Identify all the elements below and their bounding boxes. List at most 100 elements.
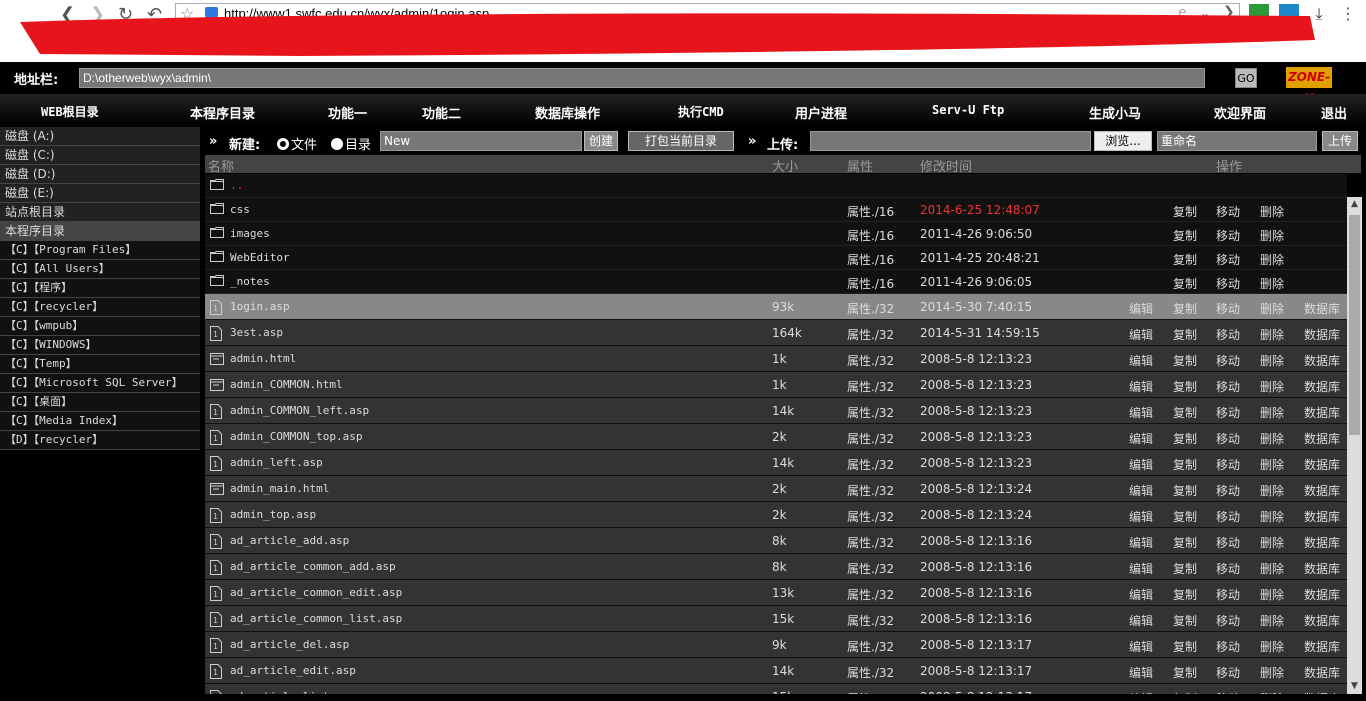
file-row[interactable]: 1 ad_article_common_edit.asp 13k 属性./32 2008… (205, 580, 1347, 606)
delete-link[interactable]: 删除 (1260, 586, 1284, 603)
delete-link[interactable]: 删除 (1260, 482, 1284, 499)
dir-shortcut[interactable]: 【C】【桌面】 (0, 393, 200, 412)
attr-link[interactable]: 属性./32 (847, 690, 894, 694)
scroll-up-icon[interactable]: ▲ (1347, 197, 1362, 212)
move-link[interactable]: 移动 (1216, 482, 1240, 499)
database-link[interactable]: 数据库 (1304, 378, 1340, 395)
scroll-thumb[interactable] (1349, 215, 1360, 435)
file-name[interactable]: admin_COMMON.html (230, 378, 343, 391)
dir-shortcut[interactable]: 【D】【recycler】 (0, 431, 200, 450)
attr-link[interactable]: 属性./32 (847, 456, 894, 473)
delete-link[interactable]: 删除 (1260, 456, 1284, 473)
edit-link[interactable]: 编辑 (1129, 508, 1153, 525)
pack-dir-button[interactable]: 打包当前目录 (628, 131, 734, 151)
dir-shortcut[interactable]: 【C】【recycler】 (0, 298, 200, 317)
dir-shortcut[interactable]: 【C】【Media Index】 (0, 412, 200, 431)
move-link[interactable]: 移动 (1216, 404, 1240, 421)
database-link[interactable]: 数据库 (1304, 612, 1340, 629)
file-name[interactable]: ad_article_common_add.asp (230, 560, 396, 573)
dir-name[interactable]: images (230, 227, 270, 240)
file-radio[interactable]: 文件 (277, 134, 317, 153)
edit-link[interactable]: 编辑 (1129, 300, 1153, 317)
attr-link[interactable]: 属性./32 (847, 482, 894, 499)
menu-icon[interactable]: ⋮ (1338, 4, 1358, 24)
edit-link[interactable]: 编辑 (1129, 638, 1153, 655)
dir-name[interactable]: css (230, 203, 250, 216)
database-link[interactable]: 数据库 (1304, 300, 1340, 317)
database-link[interactable]: 数据库 (1304, 664, 1340, 681)
move-link[interactable]: 移动 (1216, 378, 1240, 395)
delete-link[interactable]: 删除 (1260, 352, 1284, 369)
edit-link[interactable]: 编辑 (1129, 404, 1153, 421)
delete-link[interactable]: 删除 (1260, 203, 1284, 220)
attr-link[interactable]: 属性./32 (847, 534, 894, 551)
radio-icon[interactable] (331, 138, 343, 150)
database-link[interactable]: 数据库 (1304, 430, 1340, 447)
delete-link[interactable]: 删除 (1260, 508, 1284, 525)
delete-link[interactable]: 删除 (1260, 300, 1284, 317)
file-row[interactable]: admin_COMMON.html 1k 属性./32 2008-5-8 12:13:… (205, 372, 1347, 398)
attr-link[interactable]: 属性./32 (847, 508, 894, 525)
copy-link[interactable]: 复制 (1173, 508, 1197, 525)
move-link[interactable]: 移动 (1216, 508, 1240, 525)
file-name[interactable]: ad_article_common_list.asp (230, 612, 402, 625)
dir-shortcut[interactable]: 【C】【Program Files】 (0, 241, 200, 260)
edit-link[interactable]: 编辑 (1129, 352, 1153, 369)
database-link[interactable]: 数据库 (1304, 586, 1340, 603)
drive-link[interactable]: 磁盘 (E:) (0, 184, 200, 203)
file-row[interactable]: 1 ad_article_del.asp 9k 属性./32 2008-5-8 12:1… (205, 632, 1347, 658)
move-link[interactable]: 移动 (1216, 690, 1240, 694)
parent-dir-row[interactable]: .. (205, 174, 1347, 198)
attr-link[interactable]: 属性./32 (847, 430, 894, 447)
move-link[interactable]: 移动 (1216, 534, 1240, 551)
copy-link[interactable]: 复制 (1173, 275, 1197, 292)
go-button[interactable]: GO (1235, 68, 1257, 88)
col-name[interactable]: 名称 (208, 156, 234, 175)
dir-shortcut[interactable]: 【C】【程序】 (0, 279, 200, 298)
move-link[interactable]: 移动 (1216, 638, 1240, 655)
attr-link[interactable]: 属性./16 (847, 227, 894, 244)
copy-link[interactable]: 复制 (1173, 612, 1197, 629)
move-link[interactable]: 移动 (1216, 560, 1240, 577)
copy-link[interactable]: 复制 (1173, 638, 1197, 655)
copy-link[interactable]: 复制 (1173, 300, 1197, 317)
delete-link[interactable]: 删除 (1260, 690, 1284, 694)
menu-item[interactable]: 生成小马 (1089, 103, 1141, 122)
menu-item[interactable]: 功能二 (422, 103, 461, 122)
edit-link[interactable]: 编辑 (1129, 612, 1153, 629)
dir-radio[interactable]: 目录 (331, 134, 371, 153)
move-link[interactable]: 移动 (1216, 326, 1240, 343)
drive-link[interactable]: 磁盘 (D:) (0, 165, 200, 184)
database-link[interactable]: 数据库 (1304, 508, 1340, 525)
file-row[interactable]: admin_main.html 2k 属性./32 2008-5-8 12:13:24… (205, 476, 1347, 502)
delete-link[interactable]: 删除 (1260, 227, 1284, 244)
file-row[interactable]: 1 ad_article_edit.asp 14k 属性./32 2008-5-8 12… (205, 658, 1347, 684)
delete-link[interactable]: 删除 (1260, 275, 1284, 292)
attr-link[interactable]: 属性./32 (847, 404, 894, 421)
move-link[interactable]: 移动 (1216, 430, 1240, 447)
move-link[interactable]: 移动 (1216, 203, 1240, 220)
edit-link[interactable]: 编辑 (1129, 690, 1153, 694)
database-link[interactable]: 数据库 (1304, 326, 1340, 343)
file-row[interactable]: 1 ad_article_common_add.asp 8k 属性./32 2008-5… (205, 554, 1347, 580)
edit-link[interactable]: 编辑 (1129, 534, 1153, 551)
database-link[interactable]: 数据库 (1304, 404, 1340, 421)
file-name[interactable]: 3est.asp (230, 326, 283, 339)
file-name[interactable]: ad_article_common_edit.asp (230, 586, 402, 599)
dir-shortcut[interactable]: 【C】【WINDOWS】 (0, 336, 200, 355)
database-link[interactable]: 数据库 (1304, 456, 1340, 473)
scrollbar[interactable]: ▲ ▼ (1347, 197, 1362, 694)
menu-item[interactable]: Serv-U Ftp (932, 103, 1004, 117)
col-attr[interactable]: 属性 (847, 156, 873, 175)
copy-link[interactable]: 复制 (1173, 404, 1197, 421)
upload-file-input[interactable] (810, 131, 1091, 151)
menu-item[interactable]: 用户进程 (795, 103, 847, 122)
delete-link[interactable]: 删除 (1260, 378, 1284, 395)
file-name[interactable]: admin_top.asp (230, 508, 316, 521)
attr-link[interactable]: 属性./32 (847, 638, 894, 655)
dir-name[interactable]: _notes (230, 275, 270, 288)
attr-link[interactable]: 属性./16 (847, 203, 894, 220)
attr-link[interactable]: 属性./32 (847, 326, 894, 343)
delete-link[interactable]: 删除 (1260, 560, 1284, 577)
edit-link[interactable]: 编辑 (1129, 664, 1153, 681)
